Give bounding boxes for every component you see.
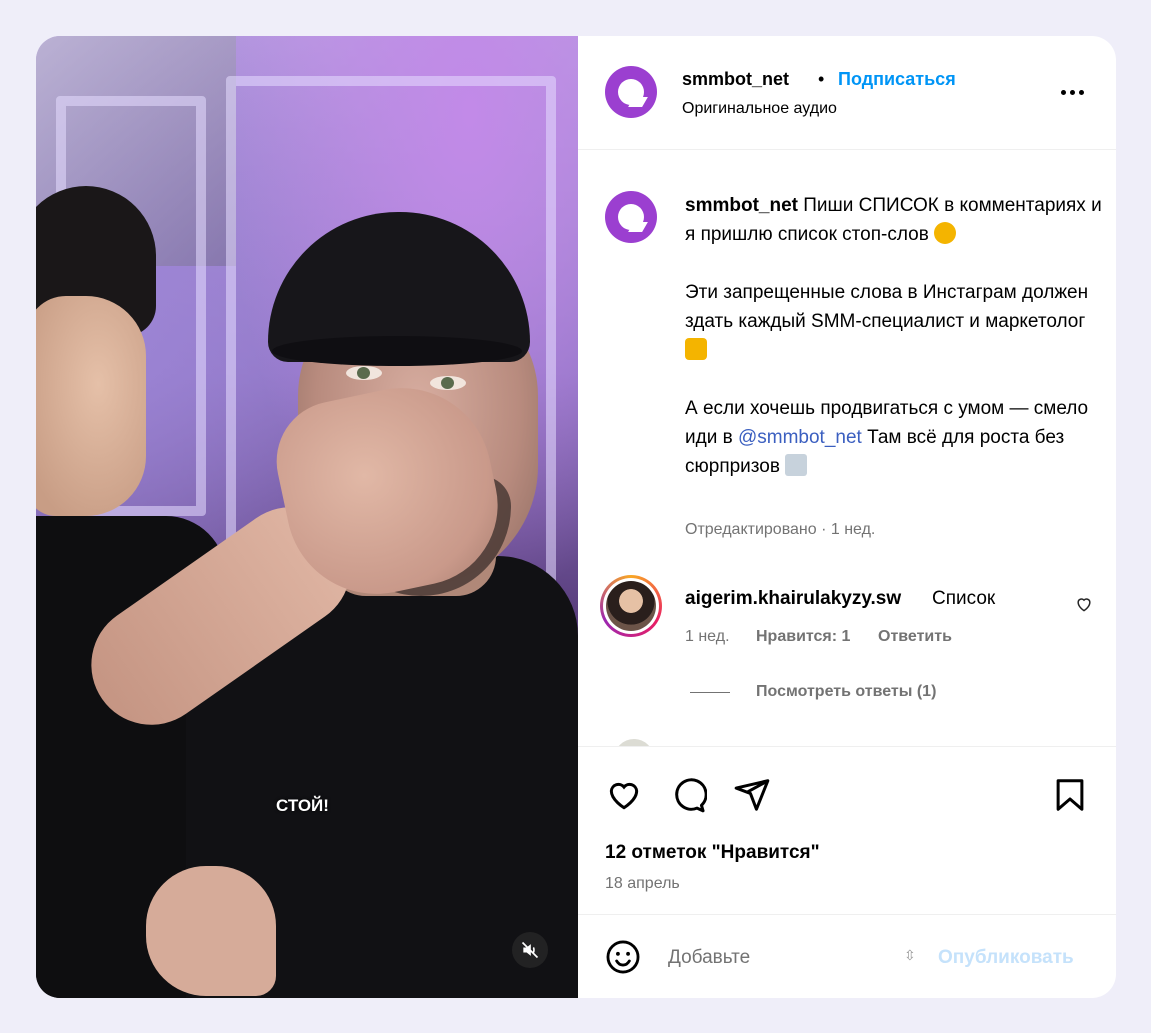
next-comment-avatar[interactable] [614,739,654,746]
mute-icon [521,941,539,959]
video-caption: СТОЙ! [276,796,329,815]
author-avatar[interactable] [605,66,657,118]
bookmark-icon [1056,779,1084,811]
reel-video[interactable]: СТОЙ! [36,36,578,998]
shushing-emoji-icon [934,222,957,244]
raising-hands-emoji-icon [685,338,707,360]
post-header: smmbot_net • Подписаться Оригинальное ау… [578,36,1116,150]
heart-icon [1077,598,1091,612]
resize-icon: ⇳ [904,947,916,963]
caption-line-2: Эти запрещенные слова в Инстаграм должен… [685,282,1089,332]
follow-button[interactable]: Подписаться [838,69,956,90]
hand-lower [146,866,276,996]
save-button[interactable] [1050,775,1090,815]
caption-username[interactable]: smmbot_net [685,195,798,216]
commenter-username[interactable]: aigerim.khairulakyzy.sw [685,588,901,610]
replies-divider [690,692,730,693]
like-button[interactable] [604,775,644,815]
likes-count[interactable]: 12 отметок "Нравится" [605,842,820,864]
comment-button[interactable] [668,775,708,815]
reply-button[interactable]: Ответить [878,628,952,646]
mute-button[interactable] [512,932,548,968]
eye [430,376,466,390]
cap-brim [272,336,522,366]
post-caption: smmbot_net Пиши СПИСОК в комментариях и … [685,191,1105,510]
comment-likes[interactable]: Нравится: 1 [756,628,850,646]
comment-composer: ⇳ Опубликовать [578,914,1116,998]
publish-button[interactable]: Опубликовать [938,947,1074,969]
post-date: 18 апрель [605,875,680,892]
commenter-avatar[interactable] [600,575,662,637]
person-left-face [36,296,146,516]
comments-scroll[interactable]: smmbot_net Пиши СПИСОК в комментариях и … [578,151,1116,746]
action-bar: 12 отметок "Нравится" 18 апрель [578,746,1116,914]
emoji-picker-button[interactable] [603,937,643,977]
eye [346,366,382,380]
caption-avatar[interactable] [605,191,657,243]
heart-icon [609,782,639,810]
edited-timestamp: Отредактировано · 1 нед. [685,521,876,538]
author-username[interactable]: smmbot_net [682,69,789,90]
post-sidebar: smmbot_net • Подписаться Оригинальное ау… [578,36,1116,998]
comment-icon [675,778,707,813]
comment-text: Список [932,588,996,609]
emoji-icon [606,940,640,974]
view-replies-button[interactable]: Посмотреть ответы (1) [756,683,936,701]
comment-like-button[interactable] [1074,594,1094,619]
share-button[interactable] [732,775,772,815]
post-card: СТОЙ! smmbot_net • Подписаться Оригиналь… [36,36,1116,998]
audio-label[interactable]: Оригинальное аудио [682,100,837,118]
more-icon [1060,89,1084,95]
comment-input[interactable] [668,943,888,973]
rocket-emoji-icon [785,454,808,476]
mention-link[interactable]: @smmbot_net [738,427,862,448]
more-options-button[interactable] [1054,80,1090,104]
share-icon [734,779,770,811]
separator-dot: • [818,69,825,89]
comment-time: 1 нед. [685,628,730,645]
